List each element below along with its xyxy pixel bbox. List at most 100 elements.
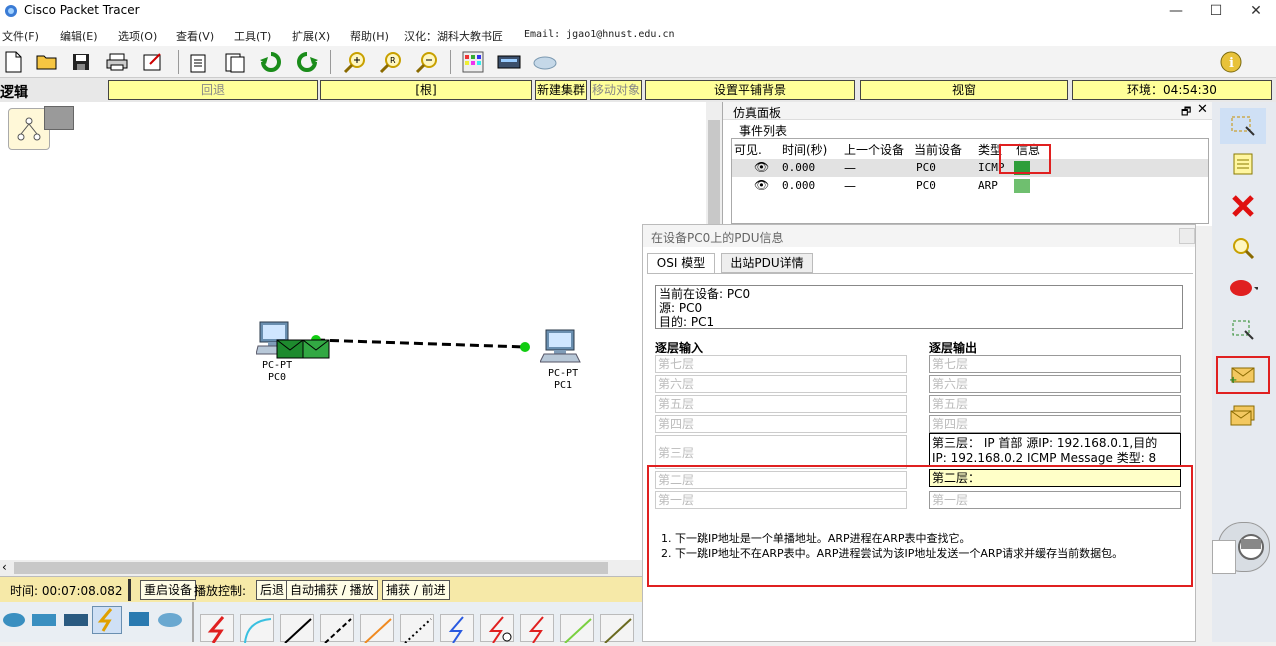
activity-wizard-icon[interactable] bbox=[140, 49, 166, 75]
fiber-cable-icon[interactable] bbox=[360, 614, 394, 644]
menu-help[interactable]: 帮助(H) bbox=[350, 28, 389, 44]
custom-device-icon[interactable] bbox=[496, 49, 522, 75]
tab-outbound-pdu[interactable]: 出站PDU详情 bbox=[721, 253, 813, 273]
out-layer-3[interactable]: 第三层： IP 首部 源IP: 192.168.0.1,目的 IP: 192.1… bbox=[929, 433, 1181, 467]
in-layer-3[interactable]: 第三层 bbox=[655, 435, 907, 469]
col-time[interactable]: 时间(秒) bbox=[782, 141, 827, 158]
router-category-icon[interactable] bbox=[2, 608, 26, 630]
eye-icon[interactable]: 👁 bbox=[754, 160, 769, 174]
draw-ellipse-icon[interactable] bbox=[1220, 270, 1266, 306]
print-icon[interactable] bbox=[104, 49, 130, 75]
pc1-device[interactable] bbox=[539, 328, 586, 368]
end-devices-category-icon[interactable] bbox=[126, 608, 152, 630]
canvas-horizontal-scrollbar[interactable]: ‹ bbox=[0, 560, 642, 576]
scroll-thumb[interactable] bbox=[14, 562, 608, 574]
table-row[interactable]: 👁 0.000 — PC0 ICMP bbox=[732, 159, 1208, 177]
logical-workspace[interactable]: PC-PT PC0 PC-PT PC1 bbox=[0, 102, 706, 560]
root-button[interactable]: [根] bbox=[320, 80, 532, 100]
auto-capture-button[interactable]: 自动捕获 / 播放 bbox=[286, 580, 378, 600]
zoom-reset-icon[interactable]: R bbox=[378, 49, 404, 75]
delete-tool-icon[interactable] bbox=[1220, 188, 1266, 224]
out-layer-7[interactable]: 第七层 bbox=[929, 355, 1181, 373]
wan-cloud-category-icon[interactable] bbox=[156, 608, 184, 630]
menu-options[interactable]: 选项(O) bbox=[118, 28, 157, 44]
cloud-pdu-icon[interactable] bbox=[532, 49, 558, 75]
copy-icon[interactable] bbox=[186, 49, 212, 75]
menu-file[interactable]: 文件(F) bbox=[2, 28, 39, 44]
undo-icon[interactable] bbox=[258, 49, 284, 75]
pdu-close-button[interactable] bbox=[1179, 228, 1195, 244]
in-layer-4[interactable]: 第四层 bbox=[655, 415, 907, 433]
col-visible[interactable]: 可见. bbox=[734, 141, 762, 158]
auto-connection-icon[interactable] bbox=[200, 614, 234, 644]
info-icon[interactable]: i bbox=[1218, 49, 1244, 75]
out-layer-5[interactable]: 第五层 bbox=[929, 395, 1181, 413]
inspect-tool-icon[interactable] bbox=[1220, 230, 1266, 266]
connections-category-icon[interactable] bbox=[92, 606, 122, 634]
pdu-envelope-icon[interactable] bbox=[276, 338, 330, 360]
out-layer-6[interactable]: 第六层 bbox=[929, 375, 1181, 393]
paste-icon[interactable] bbox=[222, 49, 248, 75]
in-layer-5[interactable]: 第五层 bbox=[655, 395, 907, 413]
set-background-button[interactable]: 设置平铺背景 bbox=[645, 80, 855, 100]
col-current-device[interactable]: 当前设备 bbox=[914, 141, 962, 158]
clock-icon[interactable] bbox=[1212, 540, 1236, 574]
phone-cable-icon[interactable] bbox=[400, 614, 434, 644]
new-file-icon[interactable] bbox=[0, 49, 26, 75]
out-layer-4[interactable]: 第四层 bbox=[929, 415, 1181, 433]
coaxial-cable-icon[interactable] bbox=[440, 614, 474, 644]
environment-button[interactable]: 环境：04:54:30 bbox=[1072, 80, 1272, 100]
link-light-pc1 bbox=[520, 342, 530, 352]
redo-icon[interactable] bbox=[294, 49, 320, 75]
logical-mode-label[interactable]: 逻辑 bbox=[0, 82, 28, 102]
step-back-button[interactable]: 后退 bbox=[256, 580, 289, 600]
resize-tool-icon[interactable] bbox=[1220, 312, 1266, 348]
capture-forward-button[interactable]: 捕获 / 前进 bbox=[382, 580, 450, 600]
select-tool-icon[interactable] bbox=[1220, 108, 1266, 144]
menu-extensions[interactable]: 扩展(X) bbox=[292, 28, 330, 44]
serial-dce-cable-icon[interactable] bbox=[480, 614, 514, 644]
console-cable-icon[interactable] bbox=[240, 614, 274, 644]
move-object-button[interactable]: 移动对象 bbox=[590, 80, 642, 100]
palette-divider bbox=[192, 602, 194, 642]
reset-devices-button[interactable]: 重启设备 bbox=[140, 580, 197, 600]
open-folder-icon[interactable] bbox=[34, 49, 60, 75]
palette-icon[interactable] bbox=[460, 49, 486, 75]
minimize-button[interactable]: — bbox=[1156, 0, 1196, 22]
event-info-swatch[interactable] bbox=[1014, 179, 1030, 193]
close-button[interactable]: ✕ bbox=[1236, 0, 1276, 22]
sim-panel-title: 仿真面板 bbox=[733, 106, 782, 120]
usb-cable-icon[interactable] bbox=[600, 614, 634, 644]
in-layer-6[interactable]: 第六层 bbox=[655, 375, 907, 393]
in-layer-7[interactable]: 第七层 bbox=[655, 355, 907, 373]
add-complex-pdu-icon[interactable] bbox=[1220, 398, 1266, 434]
menu-tools[interactable]: 工具(T) bbox=[234, 28, 271, 44]
pc1-type-label: PC-PT bbox=[548, 368, 579, 379]
zoom-in-icon[interactable] bbox=[342, 49, 368, 75]
eye-icon[interactable]: 👁 bbox=[754, 178, 769, 192]
menu-edit[interactable]: 编辑(E) bbox=[60, 28, 98, 44]
close-icon[interactable]: ✕ bbox=[1197, 102, 1208, 117]
restore-icon[interactable]: 🗗 bbox=[1181, 103, 1191, 122]
straight-through-cable-icon[interactable] bbox=[280, 614, 314, 644]
new-cluster-button[interactable]: 新建集群 bbox=[535, 80, 587, 100]
octal-cable-icon[interactable] bbox=[560, 614, 594, 644]
add-simple-pdu-icon[interactable]: + bbox=[1216, 356, 1270, 394]
scroll-left-icon[interactable]: ‹ bbox=[2, 560, 7, 574]
back-button[interactable]: 回退 bbox=[108, 80, 318, 100]
maximize-button[interactable]: ☐ bbox=[1196, 0, 1236, 22]
hub-category-icon[interactable] bbox=[62, 608, 90, 630]
switch-category-icon[interactable] bbox=[30, 608, 58, 630]
viewport-button[interactable]: 视窗 bbox=[860, 80, 1068, 100]
zoom-out-icon[interactable] bbox=[414, 49, 440, 75]
col-last-device[interactable]: 上一个设备 bbox=[844, 141, 904, 158]
save-icon[interactable] bbox=[68, 49, 94, 75]
menu-view[interactable]: 查看(V) bbox=[176, 28, 214, 44]
pdu-window-header: 在设备PC0上的PDU信息 bbox=[643, 225, 1195, 247]
tab-osi-model[interactable]: OSI 模型 bbox=[647, 253, 715, 273]
menu-email: Email: jgao1@hnust.edu.cn bbox=[524, 29, 675, 40]
table-row[interactable]: 👁 0.000 — PC0 ARP bbox=[732, 177, 1208, 195]
note-tool-icon[interactable] bbox=[1220, 146, 1266, 182]
crossover-cable-icon[interactable] bbox=[320, 614, 354, 644]
serial-dte-cable-icon[interactable] bbox=[520, 614, 554, 644]
